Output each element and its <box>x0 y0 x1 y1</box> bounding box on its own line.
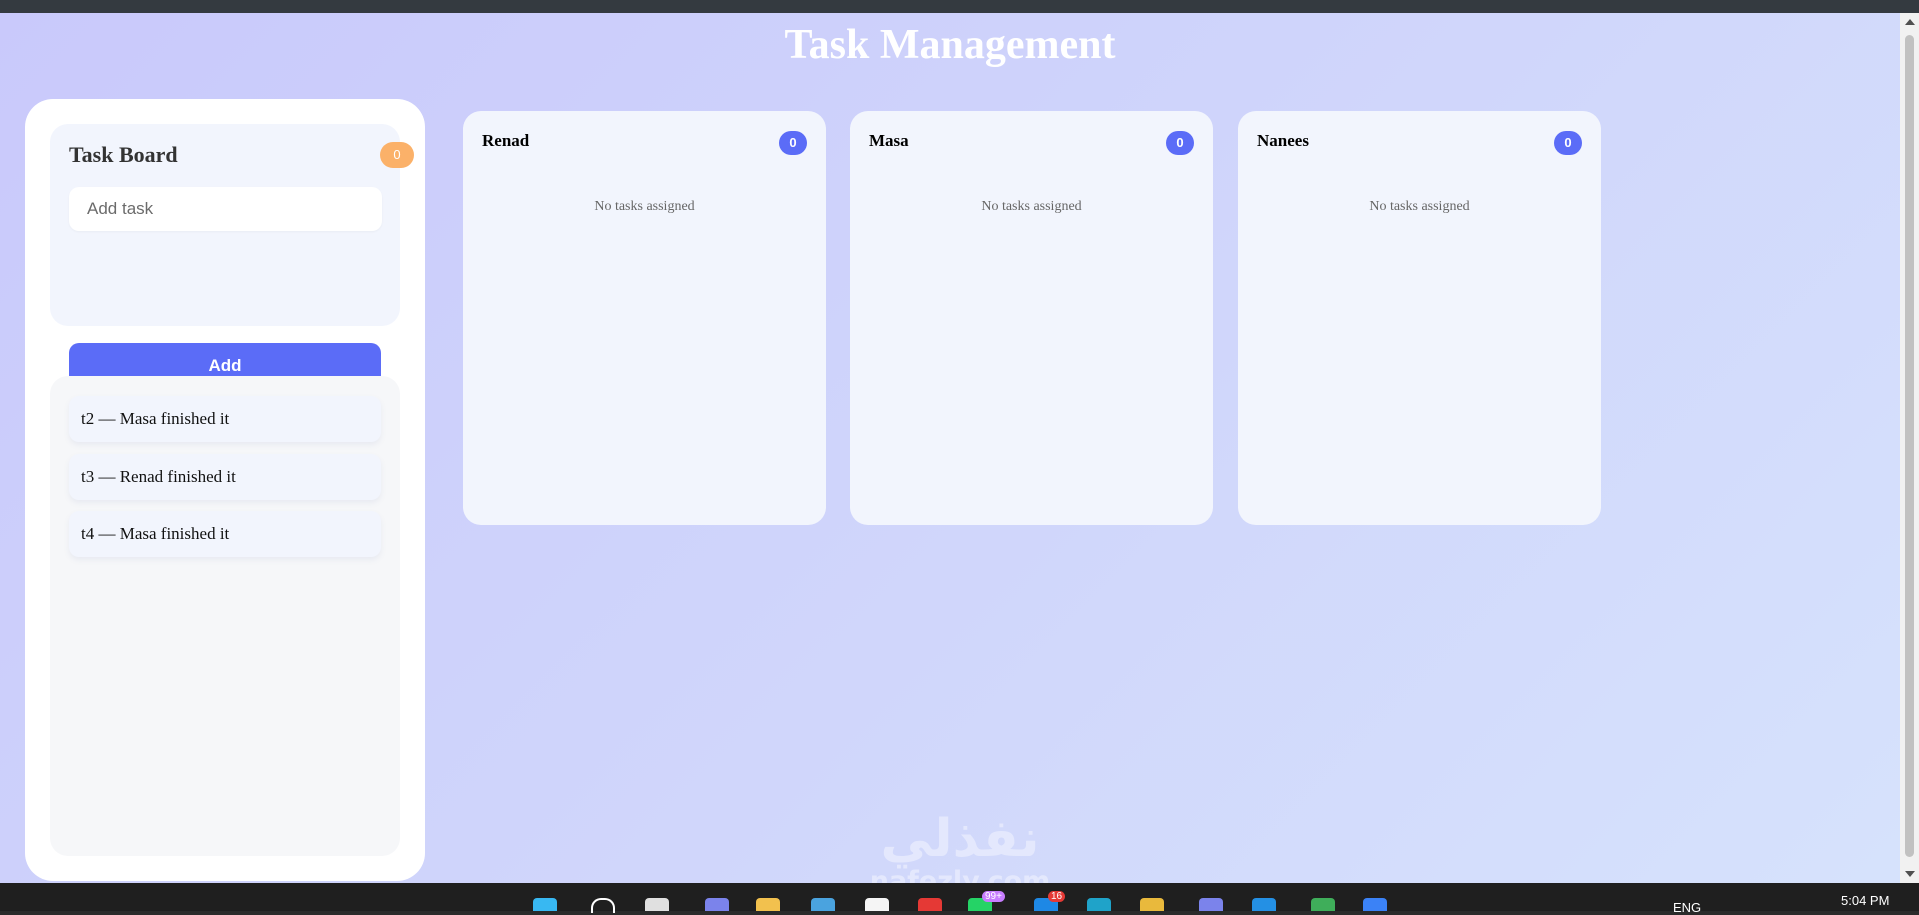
empty-state-text: No tasks assigned <box>594 199 695 214</box>
task-history-panel: t2 — Masa finished it t3 — Renad finishe… <box>50 376 400 856</box>
teams-work-icon[interactable] <box>1199 898 1223 911</box>
mail-icon[interactable]: 16 <box>1034 891 1066 911</box>
clock-time[interactable]: 5:04 PM <box>1841 893 1889 908</box>
file-explorer-icon[interactable] <box>756 898 780 911</box>
teams-icon[interactable] <box>705 898 729 911</box>
chrome-icon[interactable] <box>1140 898 1164 911</box>
column-title: Nanees <box>1257 131 1309 150</box>
task-board-card: Task Board 0 <box>50 124 414 326</box>
page-viewport: Task Management Task Board 0 Add t2 — Ma… <box>0 13 1900 883</box>
whatsapp-icon[interactable]: 99+ <box>968 891 1005 911</box>
maps-icon[interactable] <box>1311 898 1335 911</box>
add-task-input[interactable] <box>69 187 382 231</box>
vertical-scrollbar[interactable] <box>1900 13 1919 883</box>
mail-badge: 16 <box>1048 891 1066 902</box>
scroll-up-arrow-icon[interactable] <box>1905 19 1915 25</box>
windows-taskbar: 99+ 16 ENG 5:04 PM <box>0 883 1919 915</box>
vscode-icon[interactable] <box>1252 898 1276 911</box>
calculator-icon[interactable] <box>811 898 835 911</box>
column-title: Renad <box>482 131 530 150</box>
page-title: Task Management <box>784 22 1116 68</box>
nafezly-watermark: نفذلي nafezly.com <box>870 809 1051 883</box>
member-column-masa: Masa 0 No tasks assigned <box>850 111 1213 525</box>
column-count-badge: 0 <box>779 131 807 155</box>
task-board-title: Task Board <box>69 142 178 167</box>
column-count-badge: 0 <box>1554 131 1582 155</box>
task-view-icon[interactable] <box>645 898 669 911</box>
browser-top-strip <box>0 0 1919 13</box>
member-column-nanees: Nanees 0 No tasks assigned <box>1238 111 1601 525</box>
sidebar-panel: Task Board 0 Add t2 — Masa finished it t… <box>25 99 425 881</box>
history-item: t3 — Renad finished it <box>69 454 381 500</box>
scroll-down-arrow-icon[interactable] <box>1905 871 1915 877</box>
copilot-icon[interactable] <box>1363 898 1387 911</box>
whatsapp-badge: 99+ <box>982 891 1005 902</box>
task-count-badge: 0 <box>380 142 414 168</box>
history-item: t2 — Masa finished it <box>69 396 381 442</box>
calendar-icon[interactable] <box>865 898 889 911</box>
member-column-renad: Renad 0 No tasks assigned <box>463 111 826 525</box>
empty-state-text: No tasks assigned <box>981 199 1082 214</box>
youtube-icon[interactable] <box>918 898 942 911</box>
windows-start-icon[interactable] <box>533 898 557 911</box>
edge-icon[interactable] <box>1087 898 1111 911</box>
column-title: Masa <box>869 131 909 150</box>
watermark-latin-text: nafezly.com <box>870 866 1051 883</box>
empty-state-text: No tasks assigned <box>1369 199 1470 214</box>
column-count-badge: 0 <box>1166 131 1194 155</box>
watermark-arabic-text: نفذلي <box>880 809 1039 869</box>
scrollbar-thumb[interactable] <box>1905 35 1914 857</box>
language-indicator[interactable]: ENG <box>1673 900 1701 915</box>
history-item: t4 — Masa finished it <box>69 511 381 557</box>
